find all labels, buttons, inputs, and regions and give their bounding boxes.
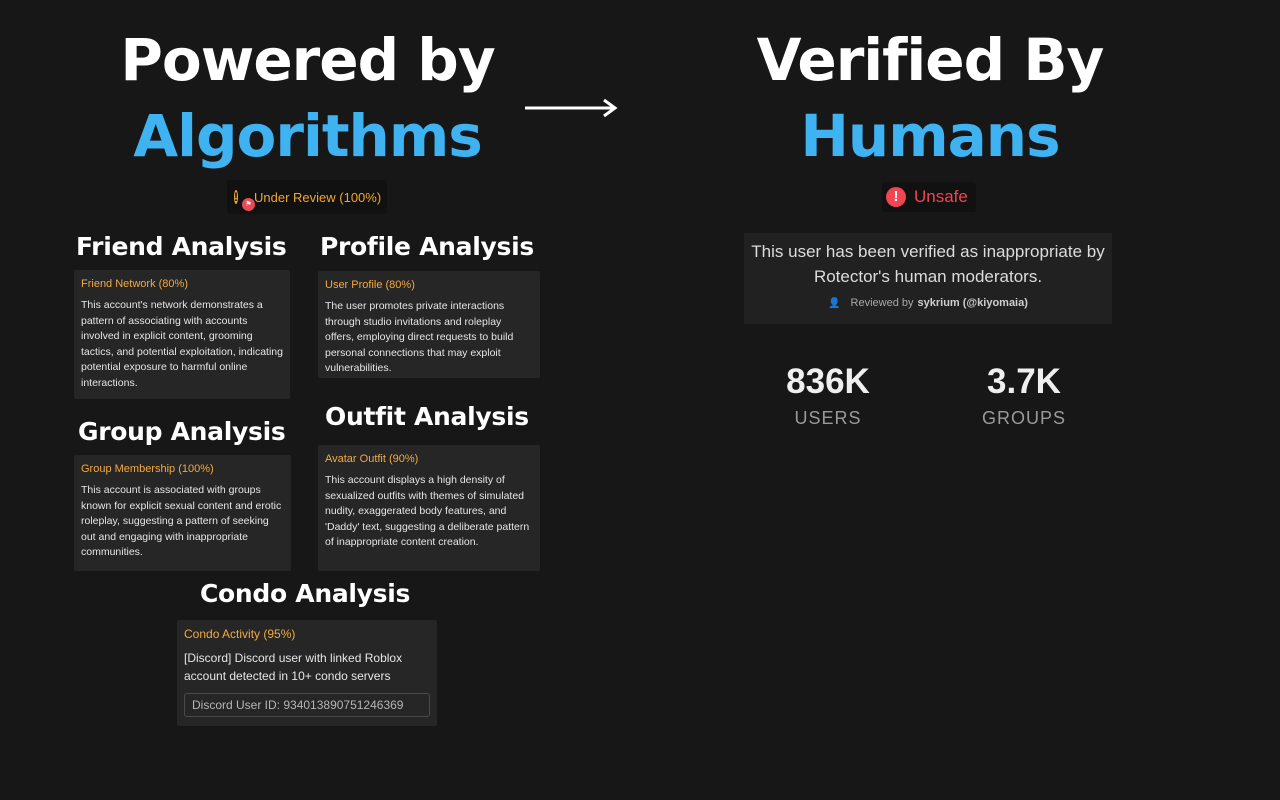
verification-text: This user has been verified as inappropr… — [751, 242, 1105, 286]
alert-icon: ! — [886, 187, 906, 207]
discord-user-id-field[interactable]: Discord User ID: 934013890751246369 — [184, 693, 430, 717]
reviewed-by-prefix: Reviewed by — [850, 297, 914, 309]
outfit-analysis-title: Outfit Analysis — [325, 402, 529, 431]
friend-network-card: Friend Network (80%) This account's netw… — [74, 270, 290, 399]
friend-network-card-title: Friend Network (80%) — [81, 278, 188, 290]
avatar-outfit-card-text: This account displays a high density of … — [325, 474, 530, 549]
under-review-badge: ! ⚑ Under Review (100%) — [227, 180, 387, 214]
group-membership-card: Group Membership (100%) This account is … — [74, 455, 291, 571]
group-analysis-title: Group Analysis — [78, 417, 286, 446]
unsafe-badge: ! Unsafe — [882, 182, 976, 212]
warning-icon: ! ⚑ — [234, 189, 255, 211]
right-headline-line2: Humans — [800, 102, 1060, 170]
profile-analysis-title: Profile Analysis — [320, 232, 534, 261]
left-headline-line2: Algorithms — [133, 102, 483, 170]
groups-count: 3.7K — [987, 362, 1061, 401]
avatar-outfit-card-title: Avatar Outfit (90%) — [325, 453, 419, 465]
users-label: USERS — [794, 408, 862, 428]
review-badge-label: Under Review (100%) — [254, 189, 382, 205]
users-stat: 836K USERS — [753, 362, 903, 429]
user-profile-card-text: The user promotes private interactions t… — [325, 300, 514, 375]
flag-icon: ⚑ — [242, 198, 255, 211]
avatar-outfit-card: Avatar Outfit (90%) This account display… — [318, 445, 540, 571]
reviewer-name: sykrium (@kiyomaia) — [917, 297, 1028, 309]
users-count: 836K — [786, 362, 870, 401]
right-headline-line1: Verified By — [756, 26, 1105, 94]
group-membership-card-text: This account is associated with groups k… — [81, 484, 282, 559]
reviewed-by-line: 👤 Reviewed by sykrium (@kiyomaia) — [744, 297, 1112, 309]
person-icon: 👤 — [828, 297, 841, 309]
friend-analysis-title: Friend Analysis — [76, 232, 287, 261]
friend-network-card-text: This account's network demonstrates a pa… — [81, 299, 283, 389]
left-headline: Powered by Algorithms — [60, 22, 555, 174]
right-headline: Verified By Humans — [690, 22, 1170, 174]
groups-stat: 3.7K GROUPS — [949, 362, 1099, 429]
unsafe-badge-label: Unsafe — [914, 187, 968, 206]
user-profile-card: User Profile (80%) The user promotes pri… — [318, 271, 540, 378]
condo-activity-card-text: [Discord] Discord user with linked Roblo… — [184, 651, 403, 683]
condo-analysis-title: Condo Analysis — [200, 579, 411, 608]
arrow-right-icon — [525, 98, 618, 118]
group-membership-card-title: Group Membership (100%) — [81, 463, 214, 475]
condo-activity-card: Condo Activity (95%) [Discord] Discord u… — [177, 620, 437, 726]
verification-panel: This user has been verified as inappropr… — [744, 233, 1112, 324]
groups-label: GROUPS — [981, 408, 1066, 428]
condo-activity-card-title: Condo Activity (95%) — [184, 627, 296, 641]
user-profile-card-title: User Profile (80%) — [325, 279, 415, 291]
left-headline-line1: Powered by — [120, 26, 495, 94]
